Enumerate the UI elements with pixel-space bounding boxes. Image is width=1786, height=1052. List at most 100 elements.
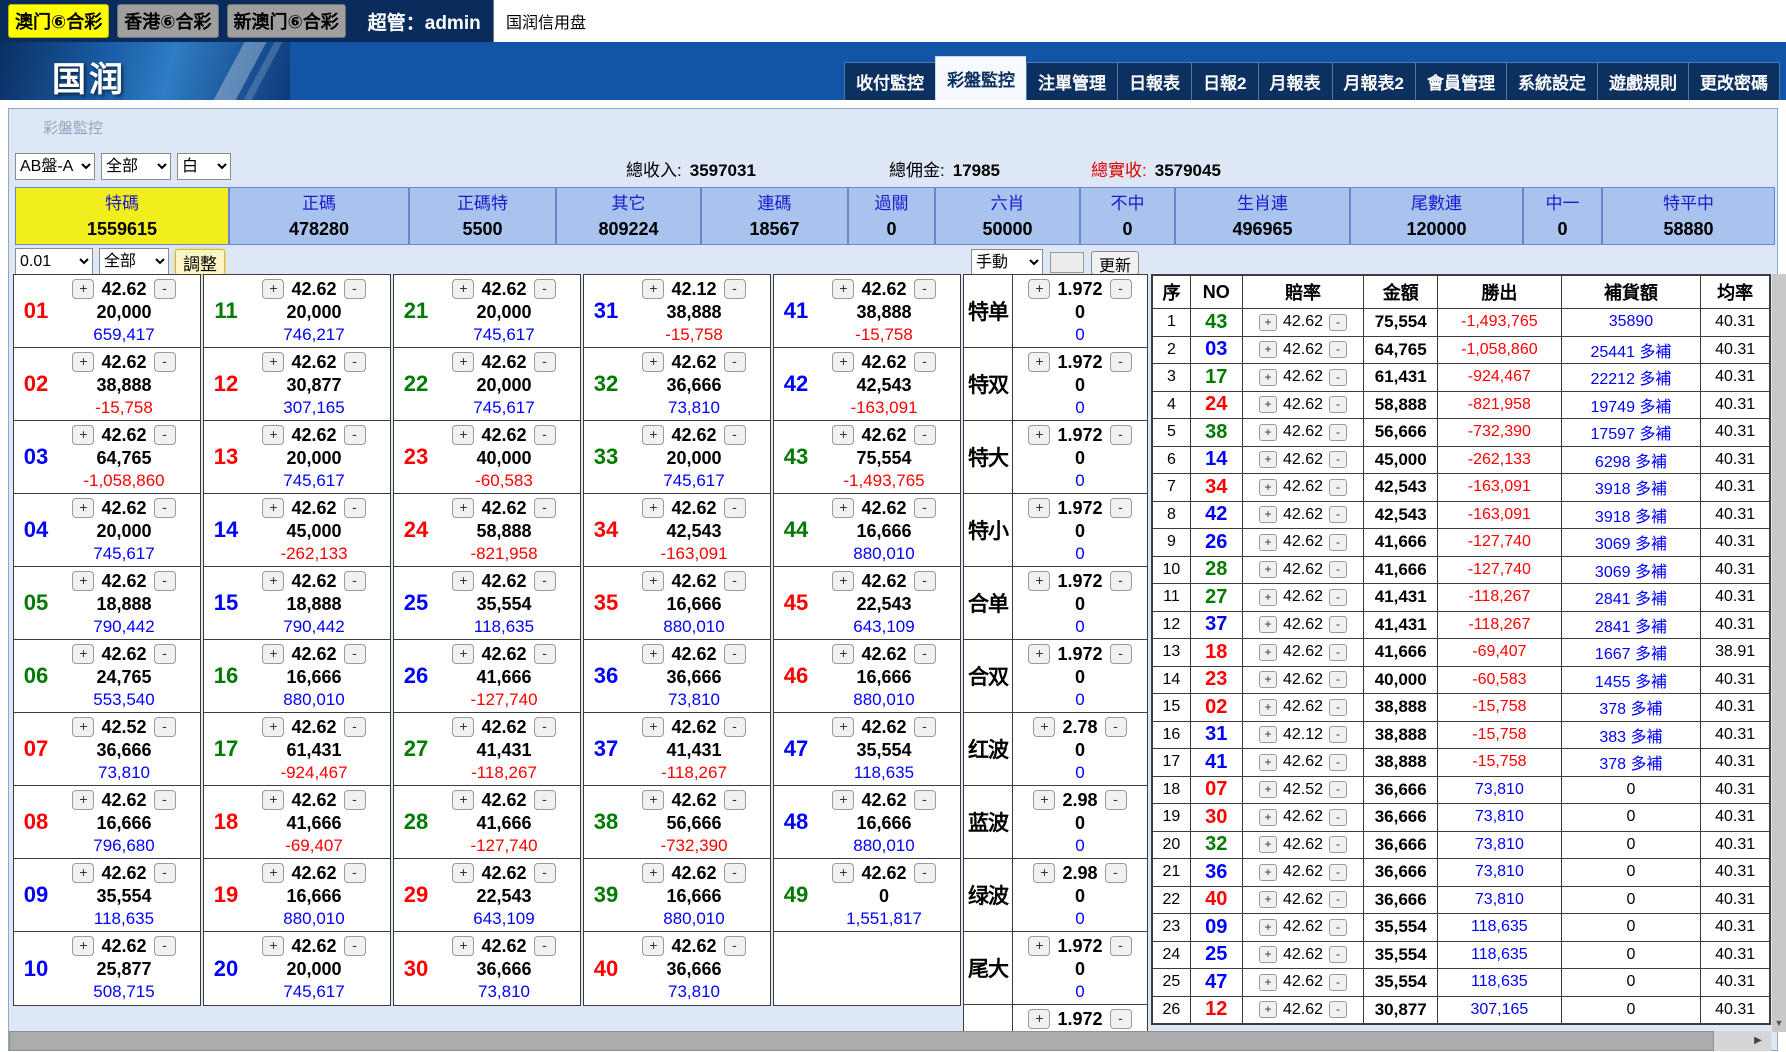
odds-increase-button[interactable]: +	[72, 425, 94, 445]
lottery-tab[interactable]: 澳门⑥合彩	[8, 4, 109, 38]
odds-decrease-button[interactable]: -	[1110, 279, 1132, 299]
odds-increase-button[interactable]: +	[452, 279, 474, 299]
odds-decrease-button[interactable]: -	[1329, 836, 1347, 853]
range-select[interactable]: 全部	[99, 248, 169, 275]
odds-increase-button[interactable]: +	[1028, 644, 1050, 664]
odds-decrease-button[interactable]: -	[724, 863, 746, 883]
board-select[interactable]: AB盤-A	[15, 153, 95, 180]
unit-select[interactable]: 0.01	[15, 248, 93, 275]
nav-tab-系統設定[interactable]: 系統設定	[1506, 62, 1597, 100]
odds-increase-button[interactable]: +	[262, 571, 284, 591]
odds-increase-button[interactable]: +	[262, 425, 284, 445]
odds-increase-button[interactable]: +	[262, 936, 284, 956]
odds-increase-button[interactable]: +	[1259, 974, 1277, 991]
odds-decrease-button[interactable]: -	[1329, 369, 1347, 386]
odds-decrease-button[interactable]: -	[1329, 671, 1347, 688]
odds-increase-button[interactable]: +	[1259, 506, 1277, 523]
odds-decrease-button[interactable]: -	[724, 936, 746, 956]
odds-decrease-button[interactable]: -	[534, 498, 556, 518]
odds-increase-button[interactable]: +	[72, 644, 94, 664]
odds-decrease-button[interactable]: -	[1329, 974, 1347, 991]
odds-increase-button[interactable]: +	[642, 717, 664, 737]
odds-increase-button[interactable]: +	[452, 936, 474, 956]
odds-decrease-button[interactable]: -	[724, 790, 746, 810]
category-tab-正碼特[interactable]: 正碼特5500	[410, 188, 557, 244]
odds-decrease-button[interactable]: -	[154, 425, 176, 445]
odds-increase-button[interactable]: +	[832, 644, 854, 664]
odds-increase-button[interactable]: +	[1259, 671, 1277, 688]
odds-increase-button[interactable]: +	[1259, 864, 1277, 881]
odds-increase-button[interactable]: +	[262, 644, 284, 664]
odds-increase-button[interactable]: +	[1028, 425, 1050, 445]
odds-decrease-button[interactable]: -	[344, 352, 366, 372]
odds-decrease-button[interactable]: -	[1329, 946, 1347, 963]
odds-increase-button[interactable]: +	[642, 352, 664, 372]
odds-decrease-button[interactable]: -	[914, 717, 936, 737]
odds-increase-button[interactable]: +	[832, 790, 854, 810]
odds-increase-button[interactable]: +	[1033, 717, 1055, 737]
odds-decrease-button[interactable]: -	[1329, 506, 1347, 523]
odds-decrease-button[interactable]: -	[1329, 424, 1347, 441]
category-tab-中一[interactable]: 中一0	[1524, 188, 1603, 244]
odds-decrease-button[interactable]: -	[1329, 754, 1347, 771]
odds-decrease-button[interactable]: -	[724, 498, 746, 518]
odds-increase-button[interactable]: +	[1259, 699, 1277, 716]
odds-decrease-button[interactable]: -	[724, 425, 746, 445]
odds-increase-button[interactable]: +	[72, 790, 94, 810]
adjust-button[interactable]: 調整	[175, 249, 225, 275]
odds-decrease-button[interactable]: -	[724, 571, 746, 591]
odds-decrease-button[interactable]: -	[1329, 589, 1347, 606]
odds-decrease-button[interactable]: -	[724, 717, 746, 737]
odds-decrease-button[interactable]: -	[154, 863, 176, 883]
nav-tab-收付監控[interactable]: 收付監控	[844, 62, 935, 100]
odds-increase-button[interactable]: +	[452, 425, 474, 445]
odds-increase-button[interactable]: +	[1259, 341, 1277, 358]
color-select[interactable]: 白	[177, 153, 231, 180]
odds-decrease-button[interactable]: -	[1329, 479, 1347, 496]
scroll-down-arrow-icon[interactable]: ▼	[1772, 1014, 1786, 1032]
lottery-tab[interactable]: 新澳门⑥合彩	[227, 4, 346, 38]
odds-decrease-button[interactable]: -	[154, 571, 176, 591]
odds-increase-button[interactable]: +	[1033, 863, 1055, 883]
odds-decrease-button[interactable]: -	[534, 644, 556, 664]
odds-decrease-button[interactable]: -	[154, 936, 176, 956]
nav-tab-彩盤監控[interactable]: 彩盤監控	[935, 56, 1026, 100]
odds-increase-button[interactable]: +	[452, 717, 474, 737]
odds-decrease-button[interactable]: -	[1110, 1009, 1132, 1029]
odds-increase-button[interactable]: +	[832, 717, 854, 737]
odds-decrease-button[interactable]: -	[1329, 864, 1347, 881]
nav-tab-月報表2[interactable]: 月報表2	[1332, 62, 1415, 100]
odds-increase-button[interactable]: +	[642, 425, 664, 445]
odds-increase-button[interactable]: +	[642, 644, 664, 664]
nav-tab-遊戲規則[interactable]: 遊戲規則	[1597, 62, 1688, 100]
nav-tab-月報表[interactable]: 月報表	[1258, 62, 1332, 100]
odds-decrease-button[interactable]: -	[154, 644, 176, 664]
odds-increase-button[interactable]: +	[1259, 1001, 1277, 1018]
category-tab-不中[interactable]: 不中0	[1081, 188, 1176, 244]
odds-decrease-button[interactable]: -	[1110, 425, 1132, 445]
odds-increase-button[interactable]: +	[262, 863, 284, 883]
odds-decrease-button[interactable]: -	[1329, 781, 1347, 798]
odds-increase-button[interactable]: +	[1259, 424, 1277, 441]
odds-decrease-button[interactable]: -	[724, 279, 746, 299]
odds-decrease-button[interactable]: -	[344, 425, 366, 445]
nav-tab-注單管理[interactable]: 注單管理	[1026, 62, 1117, 100]
odds-increase-button[interactable]: +	[832, 863, 854, 883]
category-tab-生肖連[interactable]: 生肖連496965	[1176, 188, 1351, 244]
odds-increase-button[interactable]: +	[72, 863, 94, 883]
odds-increase-button[interactable]: +	[72, 936, 94, 956]
odds-increase-button[interactable]: +	[1259, 451, 1277, 468]
odds-decrease-button[interactable]: -	[1329, 314, 1347, 331]
odds-decrease-button[interactable]: -	[344, 498, 366, 518]
odds-decrease-button[interactable]: -	[534, 790, 556, 810]
odds-increase-button[interactable]: +	[1028, 352, 1050, 372]
odds-decrease-button[interactable]: -	[1329, 919, 1347, 936]
odds-increase-button[interactable]: +	[72, 279, 94, 299]
odds-increase-button[interactable]: +	[1259, 836, 1277, 853]
odds-decrease-button[interactable]: -	[344, 863, 366, 883]
category-tab-連碼[interactable]: 連碼18567	[702, 188, 849, 244]
odds-increase-button[interactable]: +	[1028, 498, 1050, 518]
odds-decrease-button[interactable]: -	[534, 717, 556, 737]
scope-select[interactable]: 全部	[101, 153, 171, 180]
odds-increase-button[interactable]: +	[262, 279, 284, 299]
